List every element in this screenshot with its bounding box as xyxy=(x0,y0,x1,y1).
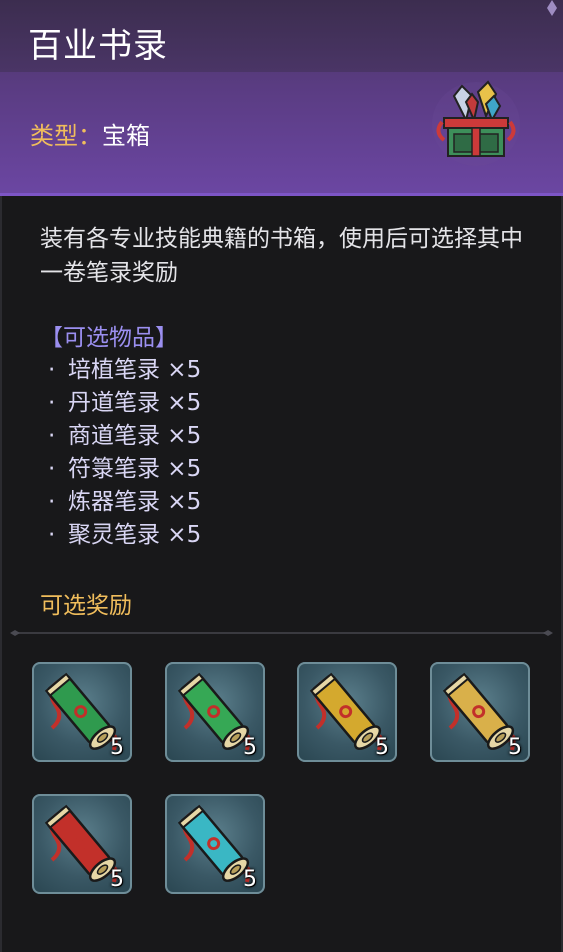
option-text: 符箓笔录 ×5 xyxy=(68,456,202,482)
option-text: 丹道笔录 ×5 xyxy=(68,390,202,416)
item-title: 百业书录 xyxy=(28,26,168,66)
option-text: 聚灵笔录 ×5 xyxy=(68,522,202,548)
option-text: 商道笔录 ×5 xyxy=(68,423,202,449)
bullet: · xyxy=(48,423,56,449)
option-item: · 商道笔录 ×5 xyxy=(48,420,201,453)
reward-count: 5 xyxy=(508,735,522,760)
reward-count: 5 xyxy=(110,735,124,760)
option-item: · 聚灵笔录 ×5 xyxy=(48,519,201,552)
section-divider xyxy=(10,630,553,636)
reward-count: 5 xyxy=(243,867,257,892)
item-type-row: 类型：宝箱 xyxy=(30,116,150,151)
reward-slot[interactable]: 5 xyxy=(32,662,132,762)
bullet: · xyxy=(48,522,56,548)
option-item: · 符箓笔录 ×5 xyxy=(48,453,201,486)
option-text: 培植笔录 ×5 xyxy=(68,357,202,383)
bullet: · xyxy=(48,390,56,416)
reward-count: 5 xyxy=(243,735,257,760)
option-item: · 丹道笔录 ×5 xyxy=(48,387,201,420)
bullet: · xyxy=(48,357,56,383)
bullet: · xyxy=(48,456,56,482)
option-item: · 炼器笔录 ×5 xyxy=(48,486,201,519)
rewards-title: 可选奖励 xyxy=(40,593,132,619)
options-list: · 培植笔录 ×5 · 丹道笔录 ×5 · 商道笔录 ×5 · 符箓笔录 ×5 · 炼器笔… xyxy=(48,354,201,552)
reward-slot[interactable]: 5 xyxy=(430,662,530,762)
bullet: · xyxy=(48,489,56,515)
tooltip-header: 百业书录 类型：宝箱 xyxy=(0,0,563,196)
treasure-chest-icon xyxy=(432,80,520,166)
reward-slot[interactable]: 5 xyxy=(297,662,397,762)
reward-slot[interactable]: 5 xyxy=(165,794,265,894)
item-description: 装有各专业技能典籍的书箱，使用后可选择其中一卷笔录奖励 xyxy=(40,226,523,286)
option-text: 炼器笔录 ×5 xyxy=(68,489,202,515)
reward-count: 5 xyxy=(375,735,389,760)
item-type-value: 宝箱 xyxy=(102,122,150,150)
reward-slot[interactable]: 5 xyxy=(165,662,265,762)
reward-slot[interactable]: 5 xyxy=(32,794,132,894)
option-item: · 培植笔录 ×5 xyxy=(48,354,201,387)
options-title: 【可选物品】 xyxy=(40,325,178,351)
reward-count: 5 xyxy=(110,867,124,892)
item-type-label: 类型： xyxy=(30,122,102,150)
item-tooltip-panel: 百业书录 类型：宝箱 装有各专业技能典籍的书箱，使用后可选择其中一卷笔录奖励 【… xyxy=(0,0,563,952)
